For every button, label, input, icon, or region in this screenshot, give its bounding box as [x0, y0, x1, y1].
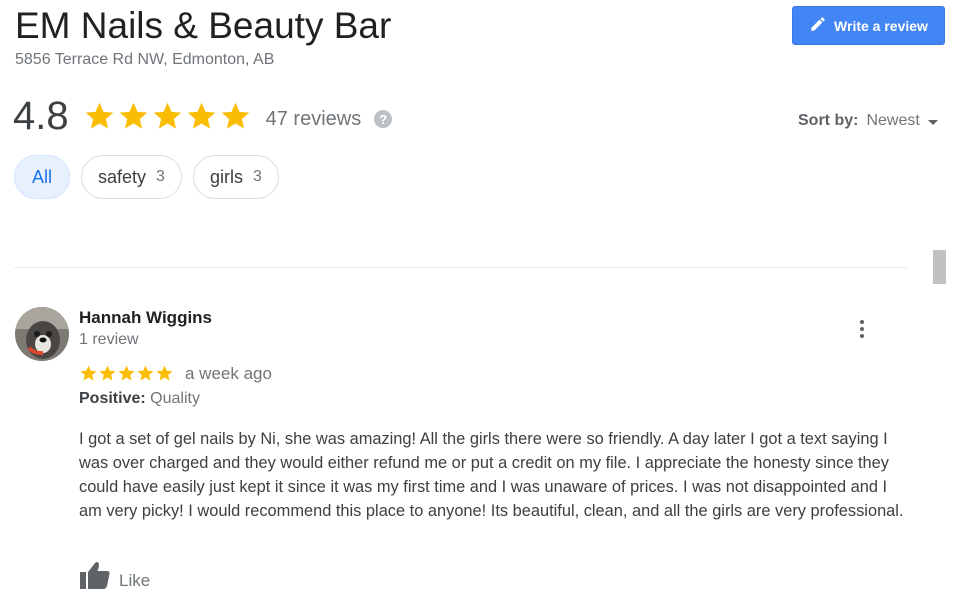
like-label: Like: [119, 570, 151, 590]
filter-chip-safety[interactable]: safety 3: [81, 155, 182, 199]
review-text: I got a set of gel nails by Ni, she was …: [79, 430, 904, 520]
star-icon: [137, 365, 154, 381]
sort-label: Sort by:: [798, 112, 859, 129]
average-stars: [83, 100, 252, 133]
thumbs-up-icon: [79, 560, 111, 595]
filter-chip-label: All: [32, 166, 53, 187]
business-name: EM Nails & Beauty Bar: [15, 5, 392, 46]
more-options-icon[interactable]: [852, 316, 872, 342]
reviewer-review-count: 1 review: [79, 331, 139, 348]
filter-chips: All safety 3 girls 3: [14, 155, 279, 199]
star-icon: [85, 102, 113, 129]
scrollbar-thumb[interactable]: [933, 250, 946, 284]
positive-label: Positive:: [79, 390, 146, 407]
review-time: a week ago: [185, 364, 272, 383]
review-stars: [79, 364, 174, 383]
help-icon[interactable]: ?: [374, 110, 393, 128]
star-icon: [156, 365, 173, 381]
star-icon: [153, 102, 181, 129]
write-review-button[interactable]: Write a review: [792, 6, 945, 45]
sort-value: Newest: [866, 112, 920, 129]
positive-aspects: Positive: Quality: [79, 389, 200, 409]
star-icon: [80, 365, 97, 381]
business-address: 5856 Terrace Rd NW, Edmonton, AB: [15, 51, 275, 68]
star-icon: [221, 102, 249, 129]
like-button[interactable]: Like: [79, 560, 150, 595]
star-icon: [99, 365, 116, 381]
write-review-label: Write a review: [834, 17, 928, 34]
divider: [14, 267, 907, 268]
star-icon: [118, 365, 135, 381]
star-icon: [187, 102, 215, 129]
filter-chip-count: 3: [252, 168, 262, 185]
avatar[interactable]: [15, 307, 69, 361]
sort-dropdown[interactable]: Sort by: Newest: [798, 112, 938, 130]
filter-chip-all[interactable]: All: [14, 155, 71, 199]
rating-summary: 4.8 47 reviews ?: [13, 94, 393, 138]
review-count[interactable]: 47 reviews: [266, 108, 362, 131]
pencil-icon: [809, 15, 827, 36]
reviewer-name[interactable]: Hannah Wiggins: [79, 307, 212, 329]
filter-chip-count: 3: [156, 168, 165, 185]
chevron-down-icon: [927, 120, 938, 125]
filter-chip-label: safety: [98, 166, 147, 187]
star-icon: [119, 102, 147, 129]
positive-value: Quality: [150, 390, 200, 407]
filter-chip-label: girls: [209, 166, 243, 187]
average-rating: 4.8: [13, 94, 69, 138]
filter-chip-girls[interactable]: girls 3: [192, 155, 279, 199]
